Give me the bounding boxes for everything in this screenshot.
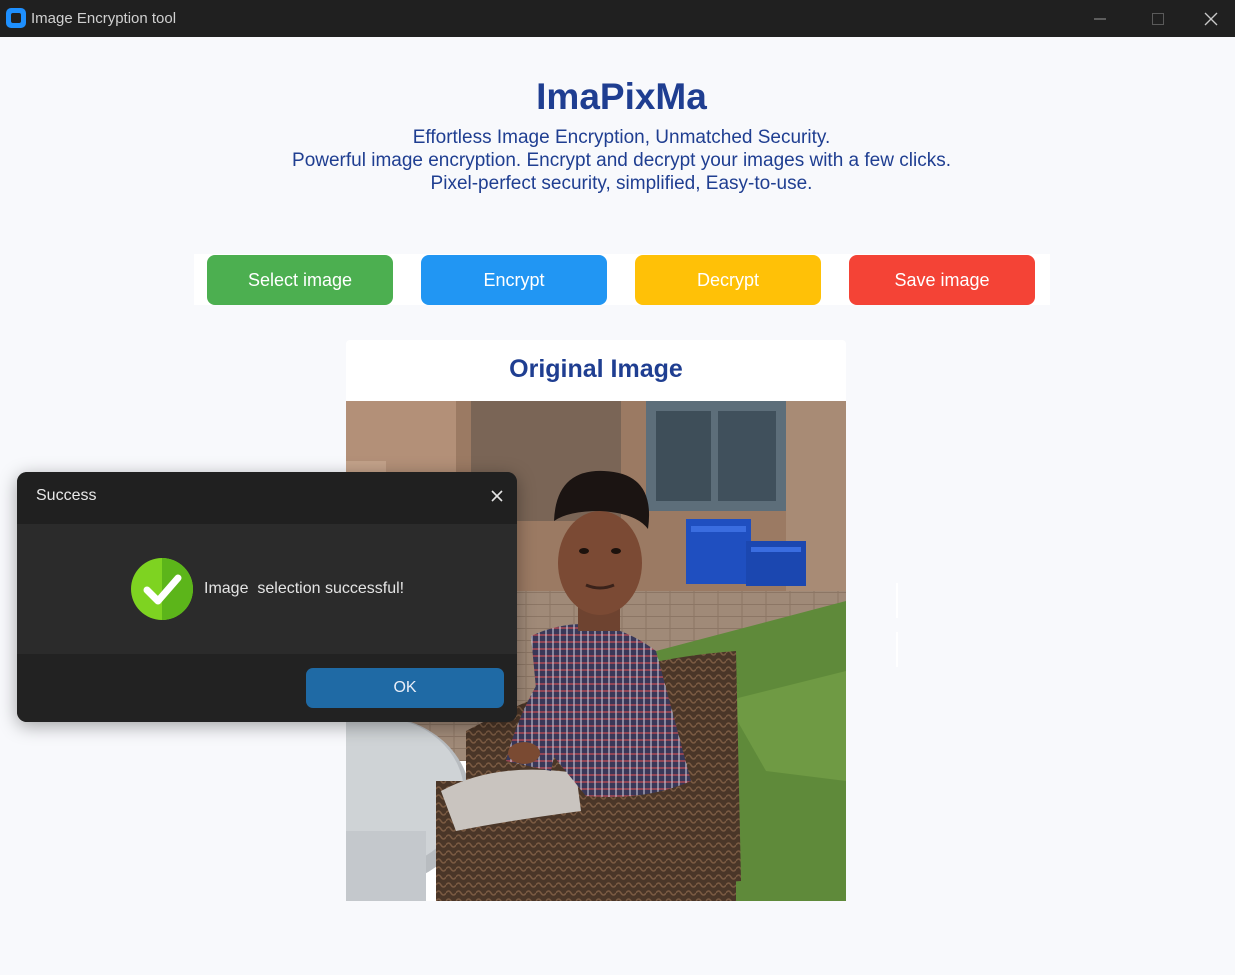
minimize-icon <box>1094 18 1106 20</box>
tagline-line: Pixel-perfect security, simplified, Easy… <box>430 173 813 194</box>
encrypt-button[interactable]: Encrypt <box>421 255 607 305</box>
dialog-close-button[interactable] <box>483 482 511 510</box>
dialog-footer: OK <box>17 654 517 722</box>
app-name: ImaPixMa <box>536 76 707 117</box>
decrypt-button[interactable]: Decrypt <box>635 255 821 305</box>
tagline-line: Effortless Image Encryption, Unmatched S… <box>412 127 831 148</box>
close-icon <box>491 490 503 502</box>
panel-title: Original Image <box>509 355 683 383</box>
ok-button[interactable]: OK <box>306 668 504 708</box>
close-button[interactable] <box>1187 0 1235 37</box>
dialog-message: Image selection successful! <box>204 580 405 597</box>
success-dialog: Success Image selection successful! OK <box>17 472 517 722</box>
app-icon <box>6 8 26 28</box>
maximize-button[interactable] <box>1129 0 1187 37</box>
close-icon <box>1204 12 1218 26</box>
dialog-body: Image selection successful! <box>17 524 517 654</box>
window-title: Image Encryption tool <box>31 10 177 27</box>
title-bar: Image Encryption tool <box>0 0 1235 37</box>
divider <box>896 632 898 667</box>
check-circle-icon <box>131 558 193 620</box>
tagline-line: Powerful image encryption. Encrypt and d… <box>292 150 951 171</box>
dialog-header: Success <box>17 472 517 524</box>
dialog-title: Success <box>36 487 97 504</box>
divider <box>896 583 898 618</box>
maximize-icon <box>1152 13 1164 25</box>
minimize-button[interactable] <box>1071 0 1129 37</box>
save-image-button[interactable]: Save image <box>849 255 1035 305</box>
select-image-button[interactable]: Select image <box>207 255 393 305</box>
